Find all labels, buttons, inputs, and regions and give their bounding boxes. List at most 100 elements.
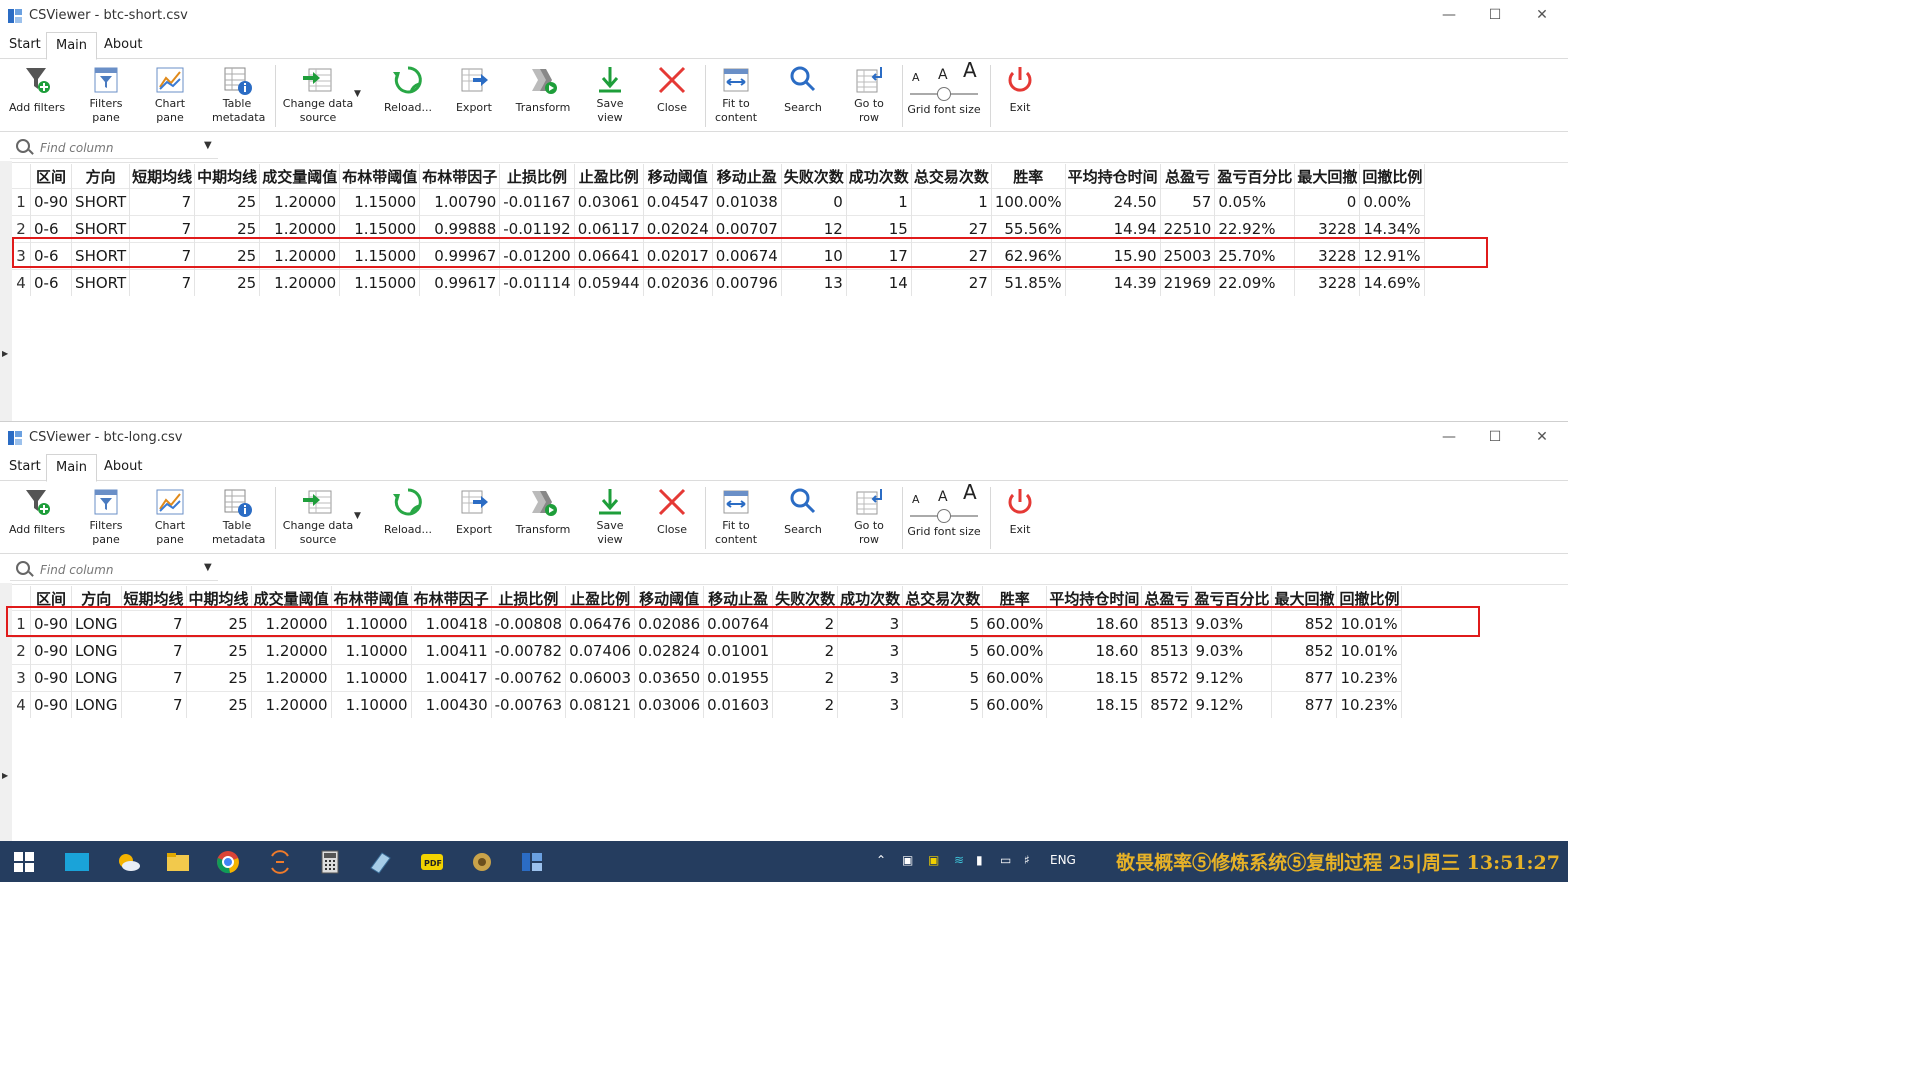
column-header[interactable]: 总交易次数	[911, 164, 992, 189]
fit-to-content-button[interactable]: Fit to content	[712, 485, 760, 547]
table-cell[interactable]: 0-6	[30, 269, 73, 296]
table-metadata-button[interactable]: Table metadata	[212, 63, 265, 125]
table-cell[interactable]: 0.02824	[634, 637, 705, 665]
table-cell[interactable]: 14	[846, 269, 912, 296]
font-size-slider[interactable]: A A A	[906, 482, 982, 525]
table-cell[interactable]: 1.20000	[251, 637, 332, 665]
table-cell[interactable]: 22.09%	[1214, 269, 1296, 296]
table-cell[interactable]: 25	[186, 637, 252, 665]
table-cell[interactable]: 2	[772, 637, 839, 665]
minimize-button[interactable]: —	[1438, 4, 1460, 26]
table-cell[interactable]: 27	[911, 269, 992, 296]
table-cell[interactable]: SHORT	[71, 269, 131, 296]
grid-font-size-control[interactable]: A A A Grid font size	[906, 60, 982, 117]
table-cell[interactable]: 1.15000	[339, 269, 421, 296]
taskbar-clock[interactable]: 敬畏概率⑤修炼系统⑤复制过程 25|周三 13:51:27	[1116, 848, 1560, 875]
reload-button[interactable]: Reload...	[382, 485, 434, 537]
change-data-source-button[interactable]: Change data source	[282, 485, 354, 547]
csviewer-taskbar-icon[interactable]	[520, 850, 544, 874]
weather-icon[interactable]	[116, 850, 140, 874]
find-column-input[interactable]	[38, 560, 202, 580]
table-row[interactable]: 3 0-90 LONG 7 25 1.20000 1.10000 1.00417 -0.0076…	[12, 664, 1403, 692]
table-cell[interactable]: 0.08121	[565, 691, 636, 718]
close-window-button[interactable]: ✕	[1531, 4, 1553, 26]
table-cell[interactable]: 10.23%	[1336, 664, 1403, 692]
menu-about[interactable]: About	[95, 32, 151, 58]
table-metadata-button[interactable]: Table metadata	[212, 485, 265, 547]
table-cell[interactable]: 1.00790	[419, 188, 501, 216]
table-cell[interactable]: 1	[846, 188, 912, 216]
table-cell[interactable]: 7	[129, 269, 196, 296]
table-cell[interactable]: -0.00762	[491, 664, 567, 692]
table-cell[interactable]: 1.20000	[259, 188, 341, 216]
table-cell[interactable]: 0.00796	[712, 269, 782, 296]
table-cell[interactable]: 14.39	[1065, 269, 1161, 296]
row-number[interactable]: 3	[12, 664, 31, 692]
desktop-icon[interactable]	[64, 850, 90, 874]
column-header[interactable]: 移动止盈	[712, 164, 782, 189]
column-header[interactable]: 短期均线	[129, 164, 196, 189]
table-cell[interactable]: 5	[902, 691, 984, 718]
close-button[interactable]: Close	[652, 485, 692, 537]
chevron-down-icon[interactable]: ▼	[354, 511, 361, 521]
table-cell[interactable]: 877	[1271, 691, 1338, 718]
column-header[interactable]: 平均持仓时间	[1065, 164, 1161, 189]
maximize-button[interactable]: ☐	[1484, 426, 1506, 448]
table-cell[interactable]: 1.00430	[411, 691, 492, 718]
table-cell[interactable]: 2	[772, 664, 839, 692]
table-cell[interactable]: 0-90	[30, 188, 73, 216]
table-cell[interactable]: 60.00%	[982, 637, 1048, 665]
battery-icon[interactable]: ▮	[976, 853, 983, 867]
column-header[interactable]: 布林带阈值	[339, 164, 421, 189]
table-cell[interactable]: 25	[186, 691, 252, 718]
table-cell[interactable]: 3	[837, 664, 904, 692]
table-cell[interactable]: 0.05944	[574, 269, 644, 296]
row-number[interactable]: 2	[12, 637, 31, 665]
export-button[interactable]: Export	[452, 63, 496, 115]
export-button[interactable]: Export	[452, 485, 496, 537]
table-cell[interactable]: 57	[1160, 188, 1216, 216]
reload-button[interactable]: Reload...	[382, 63, 434, 115]
table-cell[interactable]: 3	[837, 691, 904, 718]
table-cell[interactable]: 24.50	[1065, 188, 1161, 216]
chart-pane-button[interactable]: Chart pane	[148, 485, 192, 547]
table-cell[interactable]: 3	[837, 637, 904, 665]
font-size-slider[interactable]: A A A	[906, 60, 982, 103]
slider-thumb[interactable]	[937, 87, 951, 101]
network-icon[interactable]: ▭	[1000, 853, 1011, 867]
add-filters-button[interactable]: Add filters	[8, 485, 66, 537]
table-cell[interactable]: 18.15	[1046, 664, 1143, 692]
table-cell[interactable]: 0.03061	[574, 188, 644, 216]
expand-arrow-icon[interactable]: ▶	[2, 771, 8, 780]
chart-pane-button[interactable]: Chart pane	[148, 63, 192, 125]
save-view-button[interactable]: Save view	[590, 63, 630, 125]
close-button[interactable]: Close	[652, 63, 692, 115]
add-filters-button[interactable]: Add filters	[8, 63, 66, 115]
table-cell[interactable]: -0.00782	[491, 637, 567, 665]
windows-start-icon[interactable]	[14, 852, 38, 876]
table-cell[interactable]: 60.00%	[982, 691, 1048, 718]
table-cell[interactable]: 100.00%	[991, 188, 1066, 216]
tray-app-icon[interactable]: ▣	[902, 853, 913, 867]
column-header[interactable]: 止损比例	[499, 164, 575, 189]
table-cell[interactable]: 0	[781, 188, 847, 216]
table-cell[interactable]: 60.00%	[982, 664, 1048, 692]
row-number[interactable]: 4	[12, 269, 31, 296]
table-cell[interactable]: LONG	[71, 691, 122, 718]
table-cell[interactable]: 1.20000	[251, 664, 332, 692]
chevron-down-icon[interactable]: ▼	[204, 140, 212, 151]
column-header[interactable]: 方向	[71, 164, 131, 189]
table-cell[interactable]: 0-90	[30, 691, 73, 718]
table-cell[interactable]: 1.15000	[339, 188, 421, 216]
transform-button[interactable]: Transform	[514, 63, 572, 115]
column-header[interactable]: 布林带因子	[419, 164, 501, 189]
bluetooth-icon[interactable]: ≋	[954, 853, 964, 867]
search-button[interactable]: Search	[780, 485, 826, 537]
minimize-button[interactable]: —	[1438, 426, 1460, 448]
table-cell[interactable]: 0.06003	[565, 664, 636, 692]
network-app-icon[interactable]	[470, 850, 494, 874]
row-number-header[interactable]	[12, 164, 31, 189]
table-cell[interactable]: 9.12%	[1191, 691, 1273, 718]
fit-to-content-button[interactable]: Fit to content	[712, 63, 760, 125]
table-cell[interactable]: 0.01001	[703, 637, 774, 665]
